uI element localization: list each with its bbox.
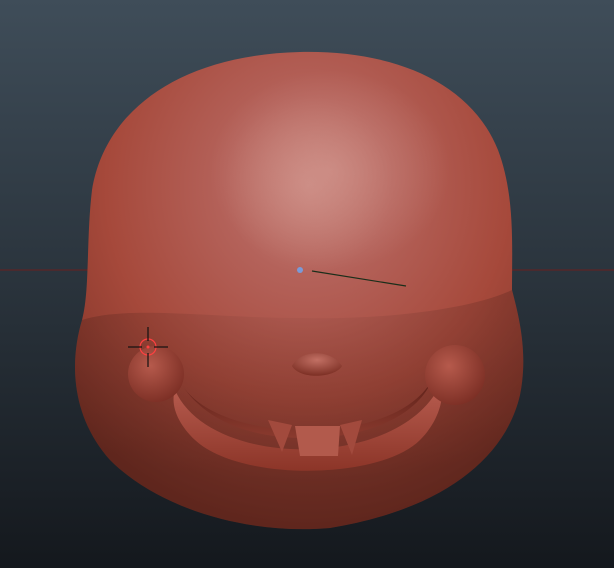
3d-viewport[interactable] (0, 0, 614, 568)
pivot-point[interactable] (297, 267, 303, 273)
cheek-left (128, 346, 184, 402)
viewport-canvas[interactable] (0, 0, 614, 568)
forehead-highlight (210, 70, 450, 270)
front-teeth (295, 426, 340, 456)
sculpt-model[interactable] (75, 51, 524, 530)
cheek-right (425, 345, 485, 405)
